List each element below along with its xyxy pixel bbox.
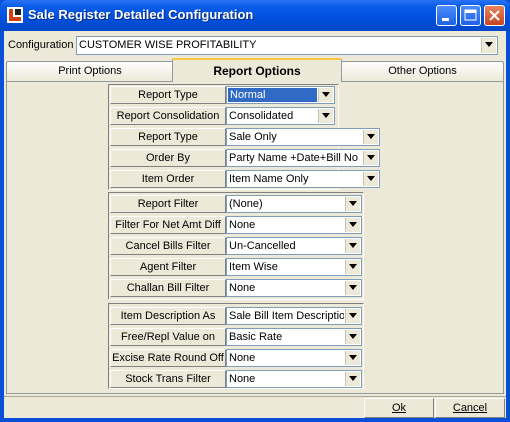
chevron-down-icon xyxy=(349,201,357,206)
window-title: Sale Register Detailed Configuration xyxy=(28,7,254,22)
option-value: Item Wise xyxy=(229,261,278,273)
dropdown-button[interactable] xyxy=(345,309,360,323)
option-select-report-type[interactable]: Normal xyxy=(226,86,335,104)
option-value: Item Name Only xyxy=(229,173,309,185)
option-label-filter-for-net-amt-diff: Filter For Net Amt Diff xyxy=(110,216,226,234)
option-value: Sale Only xyxy=(229,131,277,143)
chevron-down-icon xyxy=(349,285,357,290)
option-label-stock-trans-filter: Stock Trans Filter xyxy=(110,370,226,388)
chevron-down-icon xyxy=(349,222,357,227)
dropdown-button[interactable] xyxy=(363,151,378,165)
option-select-challan-bill-filter[interactable]: None xyxy=(226,279,362,297)
option-label-report-type: Report Type xyxy=(110,128,226,146)
option-label-report-consolidation: Report Consolidation xyxy=(110,107,226,125)
chevron-down-icon xyxy=(349,313,357,318)
option-value: (None) xyxy=(229,198,263,210)
dropdown-button[interactable] xyxy=(318,88,333,102)
option-select-stock-trans-filter[interactable]: None xyxy=(226,370,362,388)
dropdown-button[interactable] xyxy=(318,109,333,123)
option-value: Basic Rate xyxy=(229,331,283,343)
option-select-item-description-as[interactable]: Sale Bill Item Description xyxy=(226,307,362,325)
option-select-cancel-bills-filter[interactable]: Un-Cancelled xyxy=(226,237,362,255)
app-logo-icon xyxy=(7,7,23,23)
chevron-down-icon xyxy=(349,334,357,339)
tab-label: Report Options xyxy=(213,64,301,78)
maximize-button[interactable] xyxy=(460,5,481,26)
option-select-order-by[interactable]: Party Name +Date+Bill No xyxy=(226,149,380,167)
ok-button[interactable]: Ok xyxy=(364,398,434,418)
option-select-excise-rate-round-off[interactable]: None xyxy=(226,349,362,367)
option-label-challan-bill-filter: Challan Bill Filter xyxy=(110,279,226,297)
option-value: Party Name +Date+Bill No xyxy=(229,152,358,164)
dialog-body: Configuration CUSTOMER WISE PROFITABILIT… xyxy=(4,31,506,418)
minimize-icon xyxy=(442,18,449,21)
dropdown-button[interactable] xyxy=(345,351,360,365)
cancel-label: Cancel xyxy=(452,402,488,414)
tab-print-options[interactable]: Print Options xyxy=(6,61,174,81)
dropdown-button[interactable] xyxy=(345,239,360,253)
title-bar[interactable]: Sale Register Detailed Configuration xyxy=(0,0,510,31)
chevron-down-icon xyxy=(349,243,357,248)
minimize-button[interactable] xyxy=(436,5,457,26)
option-select-free-repl-value-on[interactable]: Basic Rate xyxy=(226,328,362,346)
dropdown-button[interactable] xyxy=(345,330,360,344)
configuration-select[interactable]: CUSTOMER WISE PROFITABILITY xyxy=(76,36,498,55)
configuration-value: CUSTOMER WISE PROFITABILITY xyxy=(79,39,257,51)
option-select-report-consolidation[interactable]: Consolidated xyxy=(226,107,335,125)
option-value: None xyxy=(229,219,256,231)
configuration-dropdown-button[interactable] xyxy=(481,38,496,53)
option-select-filter-for-net-amt-diff[interactable]: None xyxy=(226,216,362,234)
close-icon xyxy=(489,10,500,21)
option-value: Sale Bill Item Description xyxy=(229,310,344,322)
cancel-button[interactable]: Cancel xyxy=(435,398,505,418)
chevron-down-icon xyxy=(485,42,493,47)
option-select-item-order[interactable]: Item Name Only xyxy=(226,170,380,188)
option-label-item-description-as: Item Description As xyxy=(110,307,226,325)
dropdown-button[interactable] xyxy=(345,281,360,295)
option-select-agent-filter[interactable]: Item Wise xyxy=(226,258,362,276)
option-label-report-type: Report Type xyxy=(110,86,226,104)
option-label-order-by: Order By xyxy=(110,149,226,167)
option-value: None xyxy=(229,373,256,385)
dropdown-button[interactable] xyxy=(345,260,360,274)
chevron-down-icon xyxy=(349,376,357,381)
dropdown-button[interactable] xyxy=(345,218,360,232)
dropdown-button[interactable] xyxy=(363,130,378,144)
option-label-report-filter: Report Filter xyxy=(110,195,226,213)
tab-label: Print Options xyxy=(58,65,122,77)
dropdown-button[interactable] xyxy=(345,372,360,386)
option-value: None xyxy=(229,352,256,364)
close-button[interactable] xyxy=(484,5,505,26)
chevron-down-icon xyxy=(349,355,357,360)
dropdown-button[interactable] xyxy=(363,172,378,186)
ok-label: Ok xyxy=(391,402,407,414)
tab-report-options[interactable]: Report Options xyxy=(172,58,342,82)
option-label-agent-filter: Agent Filter xyxy=(110,258,226,276)
dialog-window: Sale Register Detailed Configuration Con… xyxy=(0,0,510,422)
chevron-down-icon xyxy=(367,176,375,181)
chevron-down-icon xyxy=(349,264,357,269)
option-select-report-filter[interactable]: (None) xyxy=(226,195,362,213)
option-value: Consolidated xyxy=(229,110,294,122)
option-label-item-order: Item Order xyxy=(110,170,226,188)
chevron-down-icon xyxy=(322,92,330,97)
option-value: Un-Cancelled xyxy=(229,240,296,252)
option-value: None xyxy=(229,282,256,294)
maximize-icon xyxy=(464,9,477,21)
option-label-cancel-bills-filter: Cancel Bills Filter xyxy=(110,237,226,255)
option-select-report-type[interactable]: Sale Only xyxy=(226,128,380,146)
tab-other-options[interactable]: Other Options xyxy=(341,61,504,81)
chevron-down-icon xyxy=(367,134,375,139)
chevron-down-icon xyxy=(322,113,330,118)
tab-label: Other Options xyxy=(388,65,457,77)
option-label-free-repl-value-on: Free/Repl Value on xyxy=(110,328,226,346)
option-label-excise-rate-round-off: Excise Rate Round Off xyxy=(110,349,226,367)
dropdown-button[interactable] xyxy=(345,197,360,211)
option-value: Normal xyxy=(228,88,317,102)
configuration-label: Configuration xyxy=(8,39,74,51)
chevron-down-icon xyxy=(367,155,375,160)
